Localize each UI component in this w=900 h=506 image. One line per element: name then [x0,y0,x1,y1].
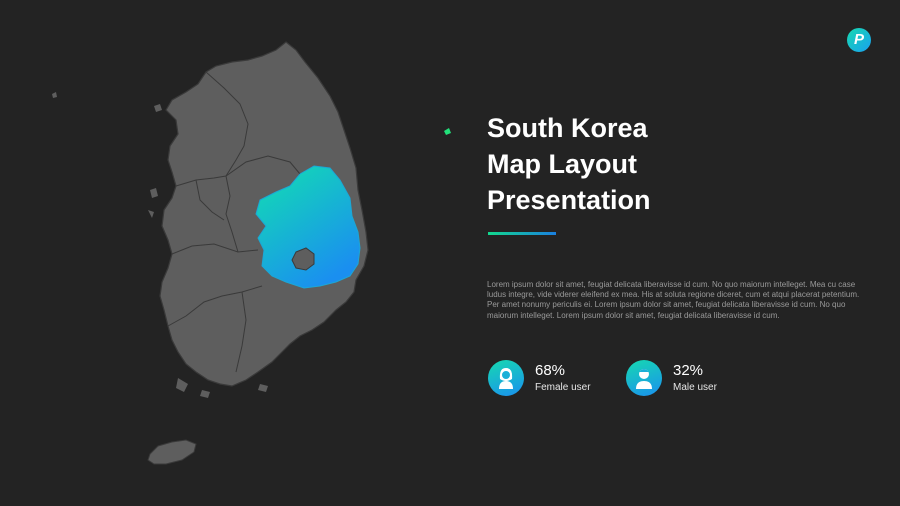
description-text: Lorem ipsum dolor sit amet, feugiat deli… [487,280,860,320]
male-user-icon [626,360,662,396]
brand-logo: P [847,28,871,52]
title-divider [488,232,556,235]
female-user-icon [488,360,524,396]
title-line-1: South Korea [487,113,648,143]
south-korea-map [0,0,480,506]
slide-title: South Korea Map Layout Presentation [487,110,807,218]
title-line-2: Map Layout [487,149,638,179]
title-line-3: Presentation [487,185,651,215]
female-user-value: 68% [535,362,566,379]
male-user-label: Male user [673,382,717,393]
female-user-label: Female user [535,382,591,393]
ulleungdo-island [444,128,451,135]
jeju-island [147,439,197,465]
male-user-value: 32% [673,362,704,379]
